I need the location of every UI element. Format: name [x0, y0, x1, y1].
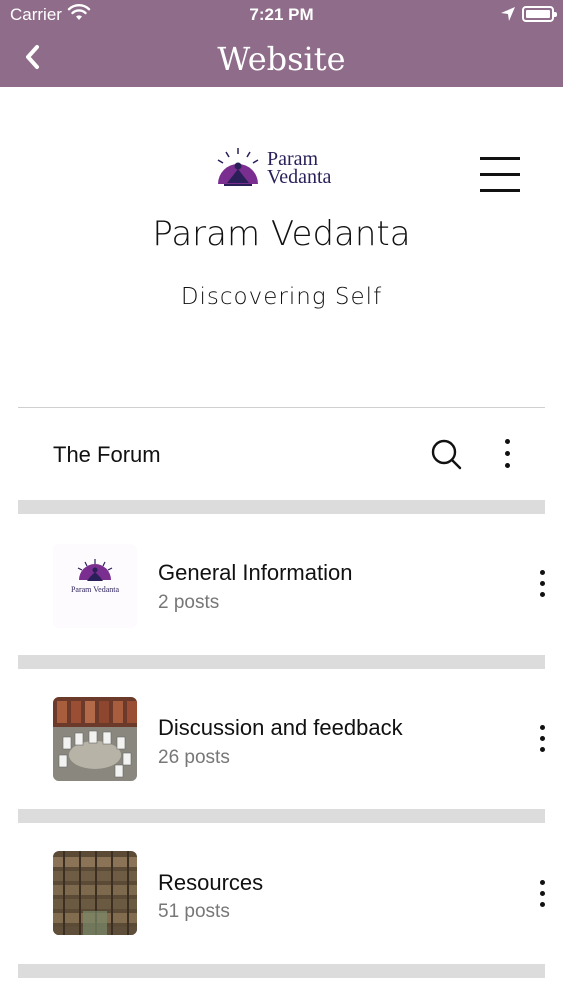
library-shelves-photo [53, 851, 137, 935]
divider [18, 407, 545, 408]
category-post-count: 2 posts [158, 592, 220, 613]
nav-bar: Website [0, 30, 563, 87]
search-icon[interactable] [430, 438, 462, 470]
category-thumbnail [53, 851, 137, 935]
battery-icon [522, 6, 557, 22]
category-title[interactable]: Discussion and feedback [158, 715, 403, 741]
hamburger-icon[interactable] [480, 155, 522, 195]
circle-of-chairs-photo [53, 697, 137, 781]
forum-category-resources[interactable]: Resources 51 posts [18, 823, 545, 963]
separator [18, 655, 545, 669]
separator [18, 809, 545, 823]
category-more-icon[interactable] [538, 880, 546, 910]
forum-more-icon[interactable] [503, 439, 511, 469]
site-subtitle: Discovering Self [180, 284, 383, 310]
location-arrow-icon [501, 7, 515, 21]
category-title[interactable]: Resources [158, 870, 263, 896]
clock: 7:21 PM [249, 5, 314, 24]
category-post-count: 26 posts [158, 747, 230, 768]
separator [18, 500, 545, 514]
logo-text: Param Vedanta [267, 148, 332, 188]
svg-text:Param Vedanta: Param Vedanta [71, 585, 120, 594]
separator [18, 964, 545, 978]
site-title: Param Vedanta [152, 214, 411, 254]
meditation-logo-icon [217, 148, 259, 186]
category-title[interactable]: General Information [158, 560, 352, 586]
nav-title: Website [217, 40, 346, 78]
category-more-icon[interactable] [538, 725, 546, 755]
category-thumbnail [53, 697, 137, 781]
category-thumbnail: Param Vedanta [53, 544, 137, 628]
site-logo[interactable]: Param Vedanta [213, 146, 353, 190]
top-bar: Carrier 7:21 PM Website [0, 0, 563, 87]
status-bar: Carrier 7:21 PM [0, 0, 563, 30]
forum-category-discussion[interactable]: Discussion and feedback 26 posts [18, 669, 545, 809]
param-vedanta-logo-icon: Param Vedanta [71, 559, 120, 594]
forum-title: The Forum [53, 442, 161, 467]
forum-category-general[interactable]: Param Vedanta General Information 2 post… [18, 514, 545, 654]
category-post-count: 51 posts [158, 901, 230, 922]
category-more-icon[interactable] [538, 570, 546, 600]
